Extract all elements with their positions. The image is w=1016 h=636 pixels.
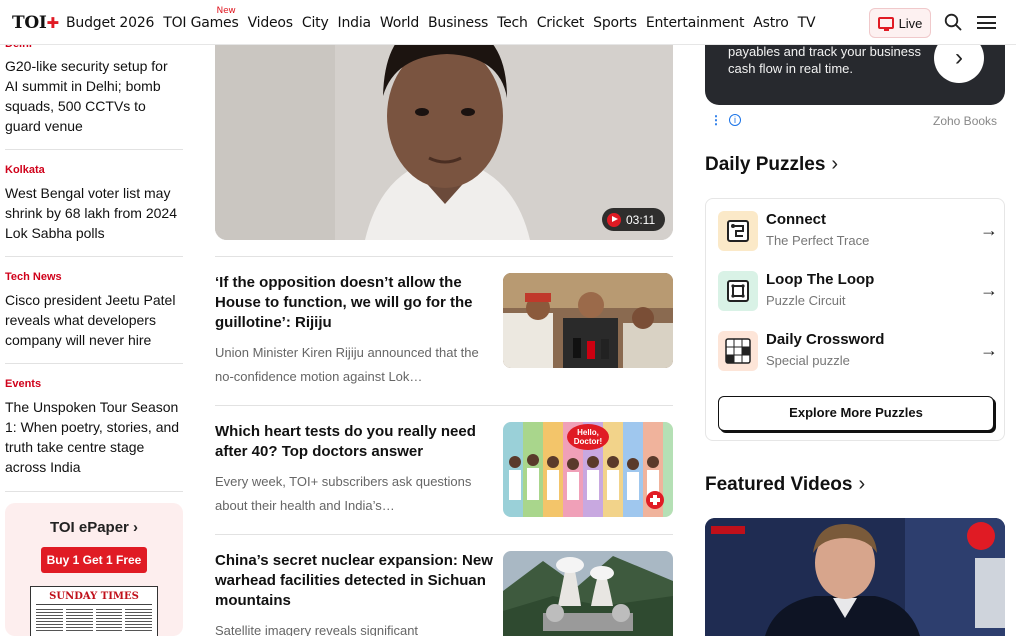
duration-text: 03:11 [626,212,656,227]
nav-link-tv[interactable]: TV [798,15,816,31]
divider [215,256,673,257]
puzzle-subtitle: The Perfect Trace [766,233,870,248]
story-summary: Union Minister Kiren Rijiju announced th… [215,345,479,384]
list-item[interactable]: Delhi G20-like security setup for AI sum… [5,38,183,136]
nav-link-toi-games[interactable]: TOI Games New [163,6,239,31]
top-navigation: TOI✚ Budget 2026 TOI Games New Videos Cit… [0,0,1016,45]
nav-link-astro[interactable]: Astro [753,15,789,31]
headline[interactable]: The Unspoken Tour Season 1: When poetry,… [5,397,183,477]
featured-videos-heading[interactable]: Featured Videos › [705,473,865,496]
list-item[interactable]: Events The Unspoken Tour Season 1: When … [5,378,183,477]
crossword-puzzle-icon [718,331,758,371]
nav-link-tech[interactable]: Tech [497,15,528,31]
divider [215,534,673,535]
ad-copy: payables and track your business cash fl… [728,44,921,76]
puzzle-item-connect[interactable]: Connect The Perfect Trace → [718,211,998,253]
story-summary: Every week, TOI+ subscribers ask questio… [215,474,472,513]
daily-puzzles-heading[interactable]: Daily Puzzles › [705,153,838,176]
hero-video-thumbnail[interactable] [215,26,673,240]
arrow-right-icon: → [980,340,998,360]
list-item[interactable]: Kolkata West Bengal voter list may shrin… [5,164,183,243]
hello-doctor-badge: Hello, Doctor! [567,424,609,450]
live-tv-button[interactable]: Live [869,8,931,38]
ad-choices[interactable]: ⋮ i [710,113,741,127]
story-title[interactable]: Which heart tests do you really need aft… [215,422,493,462]
headline[interactable]: West Bengal voter list may shrink by 68 … [5,183,183,243]
toi-plus-logo[interactable]: TOI✚ [12,13,59,33]
nav-link-budget[interactable]: Budget 2026 [66,15,154,31]
info-icon[interactable]: i [729,114,741,126]
nav-link-city[interactable]: City [302,15,329,31]
loop-puzzle-icon [718,271,758,311]
portrait-image [215,26,673,240]
search-icon[interactable] [944,13,962,31]
nav-link-videos[interactable]: Videos [248,15,294,31]
list-item[interactable]: Tech News Cisco president Jeetu Patel re… [5,271,183,350]
divider [5,491,183,492]
story-image[interactable]: Hello, Doctor! [503,422,673,517]
divider [5,256,183,257]
epaper-title[interactable]: TOI ePaper › [5,519,183,536]
nav-link-world[interactable]: World [380,15,419,31]
puzzles-card: Connect The Perfect Trace → Loop The Loo… [705,198,1005,441]
story-card[interactable]: Which heart tests do you really need aft… [215,422,673,517]
chevron-right-icon: › [858,473,866,495]
category-label: Kolkata [5,164,45,176]
nav-link-entertainment[interactable]: Entertainment [646,15,745,31]
live-label: Live [898,15,923,31]
puzzle-name: Connect [766,211,826,228]
divider [5,149,183,150]
video-duration-badge[interactable]: 03:11 [602,208,665,231]
story-title[interactable]: ‘If the opposition doesn’t allow the Hou… [215,273,493,333]
tv-icon [877,17,894,31]
puzzle-item-loop-the-loop[interactable]: Loop The Loop Puzzle Circuit → [718,271,998,313]
nav-links: Budget 2026 TOI Games New Videos City Ind… [66,6,824,31]
divider [215,405,673,406]
story-card[interactable]: ‘If the opposition doesn’t allow the Hou… [215,273,673,388]
nav-link-business[interactable]: Business [428,15,488,31]
new-badge: New [216,6,236,16]
story-image[interactable] [503,273,673,368]
nav-link-cricket[interactable]: Cricket [537,15,585,31]
divider [5,363,183,364]
puzzle-subtitle: Puzzle Circuit [766,293,846,308]
story-image[interactable] [503,551,673,636]
nav-link-india[interactable]: India [338,15,372,31]
newspaper-thumbnail: SUNDAY TIMES [30,586,158,636]
story-card[interactable]: China’s secret nuclear expansion: New wa… [215,551,673,636]
arrow-right-icon: → [980,280,998,300]
epaper-promo[interactable]: TOI ePaper › Buy 1 Get 1 Free SUNDAY TIM… [5,503,183,636]
story-title[interactable]: China’s secret nuclear expansion: New wa… [215,551,493,611]
featured-video-thumbnail[interactable] [705,518,1005,636]
ad-brand-label: Zoho Books [933,114,998,128]
arrow-right-icon: → [980,220,998,240]
hamburger-menu-icon[interactable] [977,16,996,29]
masthead: SUNDAY TIMES [36,591,152,605]
more-options-icon[interactable]: ⋮ [710,113,722,127]
headline[interactable]: Cisco president Jeetu Patel reveals what… [5,290,183,350]
category-label: Events [5,378,42,390]
puzzle-name: Daily Crossword [766,331,885,348]
category-label: Tech News [5,271,62,283]
chevron-right-icon: › [831,153,839,175]
explore-more-puzzles-button[interactable]: Explore More Puzzles [718,396,994,431]
buy-offer-button[interactable]: Buy 1 Get 1 Free [41,547,147,573]
puzzle-subtitle: Special puzzle [766,353,850,368]
section-title: Daily Puzzles [705,153,826,175]
puzzle-name: Loop The Loop [766,271,875,288]
play-icon [607,212,621,227]
headline[interactable]: G20-like security setup for AI summit in… [5,56,183,136]
puzzle-item-daily-crossword[interactable]: Daily Crossword Special puzzle → [718,331,998,373]
story-summary: Satellite imagery reveals significant [215,623,419,636]
section-title: Featured Videos [705,473,853,495]
connect-puzzle-icon [718,211,758,251]
nav-link-sports[interactable]: Sports [593,15,637,31]
